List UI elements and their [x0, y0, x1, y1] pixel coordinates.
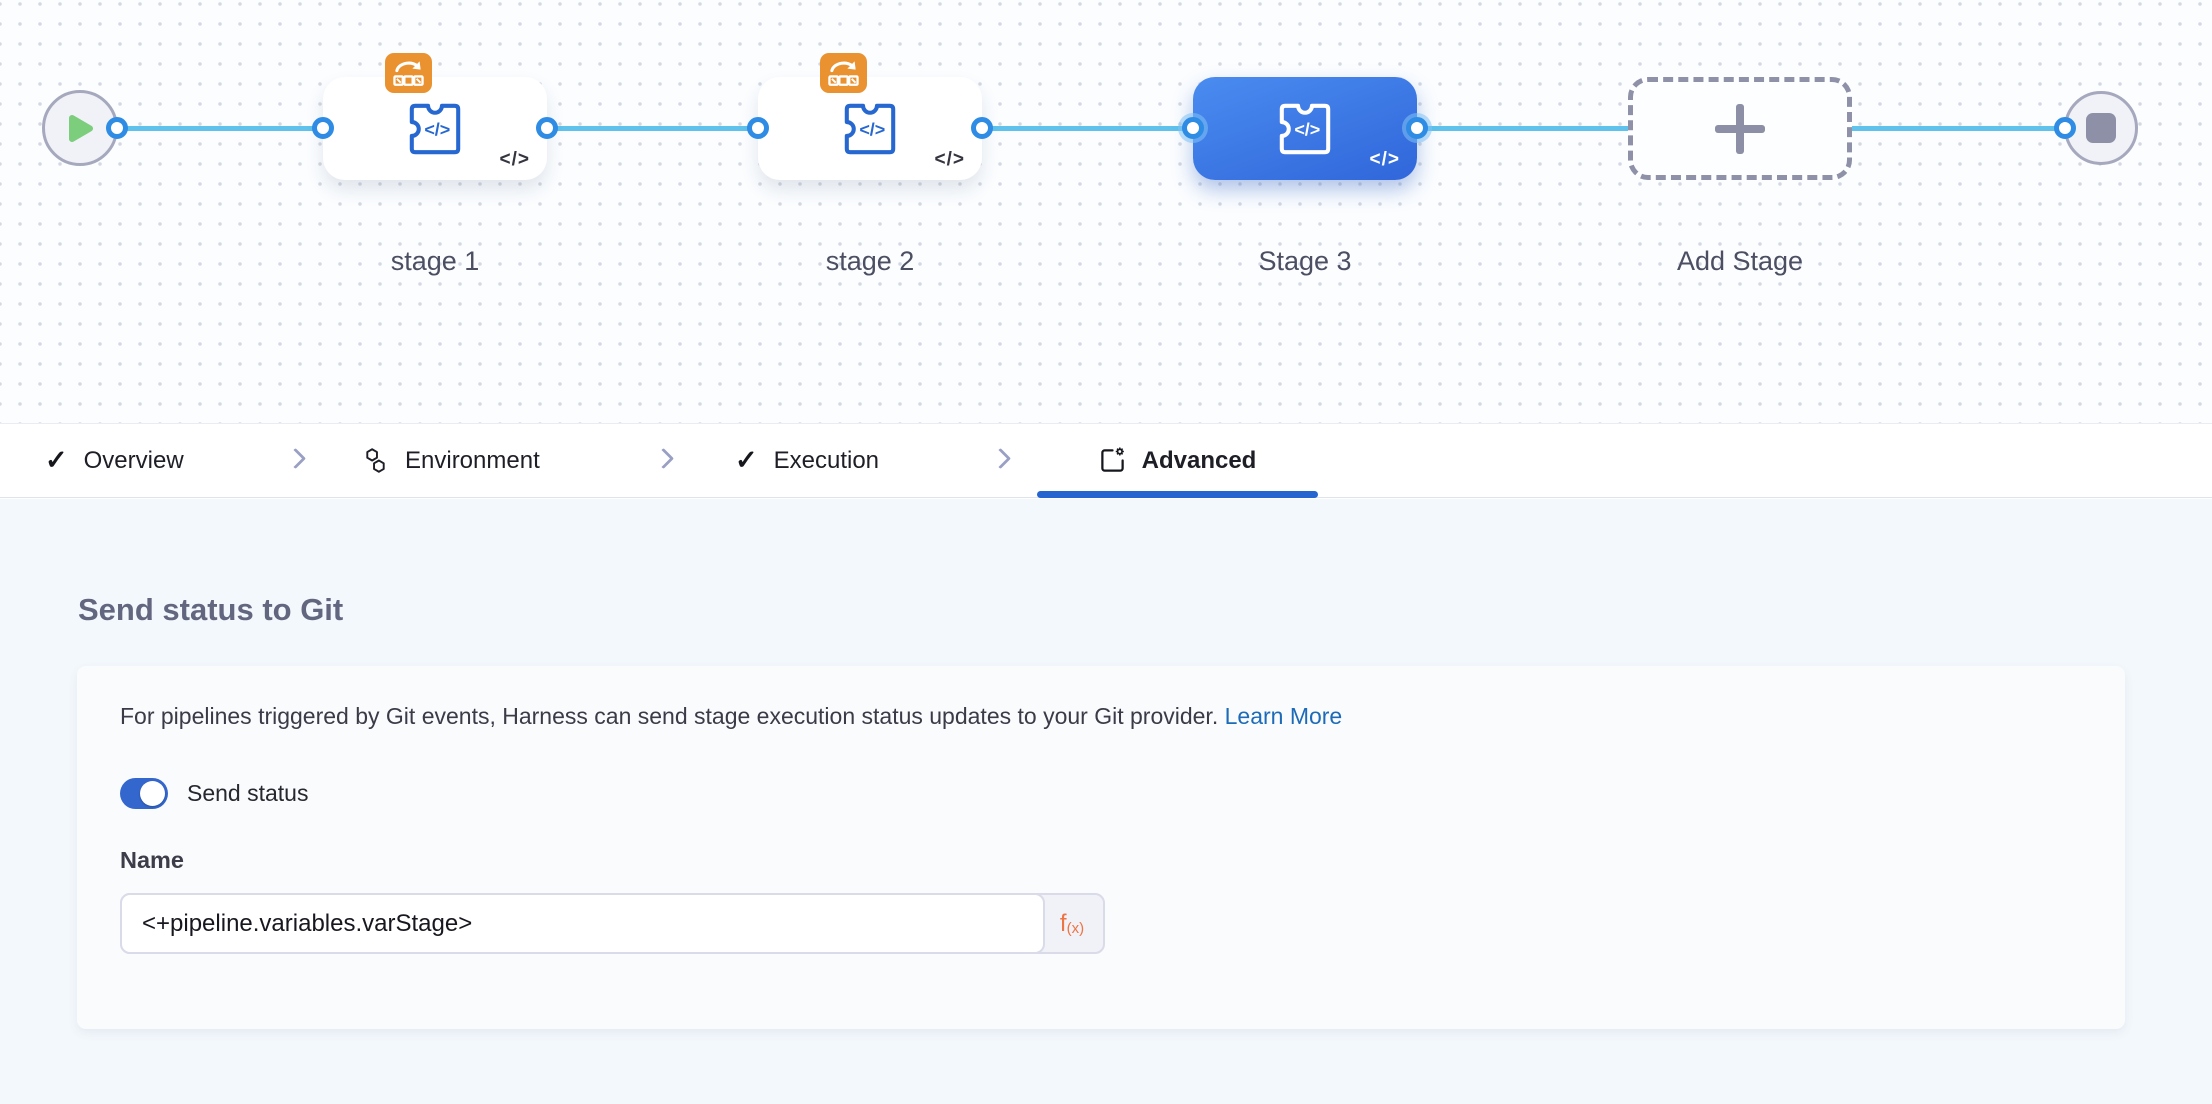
learn-more-link[interactable]: Learn More	[1225, 703, 1343, 729]
tab-label: Environment	[405, 447, 540, 475]
pipeline-canvas[interactable]: </> </> </> </>	[0, 0, 2212, 423]
chevron-right-icon	[990, 448, 1011, 469]
advanced-tab-content: Send status to Git For pipelines trigger…	[0, 499, 2212, 1104]
connection-port[interactable]	[536, 117, 558, 139]
pipeline-studio: </> </> </> </>	[0, 0, 2212, 1104]
tab-advanced-active[interactable]: Advanced	[1037, 424, 1318, 497]
name-field-label: Name	[120, 847, 184, 874]
connection-port[interactable]	[312, 117, 334, 139]
toggle-label: Send status	[187, 780, 308, 807]
send-status-card: For pipelines triggered by Git events, H…	[77, 666, 2125, 1029]
stage-node-stage-2[interactable]: </> </>	[758, 77, 982, 180]
stage-node-stage-3-selected[interactable]: </> </>	[1193, 77, 1417, 180]
play-icon	[67, 113, 94, 144]
connection-port[interactable]	[971, 117, 993, 139]
connection-port[interactable]	[2054, 117, 2076, 139]
stage-label: stage 2	[758, 246, 982, 277]
chevron-right-icon	[285, 448, 306, 469]
plus-icon	[1715, 104, 1765, 154]
description-text: For pipelines triggered by Git events, H…	[120, 703, 1342, 730]
expression-fx-button[interactable]: f(x)	[1041, 895, 1103, 952]
custom-stage-puzzle-icon: </>	[1276, 100, 1334, 158]
code-glyph: </>	[1294, 119, 1320, 139]
tab-label: Overview	[84, 447, 184, 475]
stop-icon	[2086, 113, 2116, 143]
description-body: For pipelines triggered by Git events, H…	[120, 703, 1218, 729]
connection-port[interactable]	[1406, 117, 1428, 139]
connection-port[interactable]	[106, 117, 128, 139]
tab-label: Advanced	[1142, 447, 1257, 475]
tab-execution[interactable]: ✓ Execution	[735, 424, 879, 497]
add-stage-label: Add Stage	[1628, 246, 1852, 277]
code-glyph: </>	[424, 119, 450, 139]
stage-yaml-glyph: </>	[1370, 149, 1400, 171]
tab-environment[interactable]: Environment	[362, 424, 540, 497]
name-input-group: f(x)	[120, 893, 1105, 954]
environment-hexagons-icon	[362, 447, 389, 474]
tab-label: Execution	[774, 447, 879, 475]
connection-port[interactable]	[1182, 117, 1204, 139]
check-icon: ✓	[45, 447, 68, 474]
send-status-toggle-row: Send status	[120, 778, 308, 809]
fx-f: f	[1060, 910, 1067, 938]
chevron-right-icon	[653, 448, 674, 469]
advanced-settings-icon	[1099, 447, 1126, 474]
stage-yaml-glyph: </>	[935, 149, 965, 171]
code-glyph: </>	[859, 119, 885, 139]
propagate-stage-badge-icon	[820, 53, 867, 93]
send-status-toggle[interactable]	[120, 778, 168, 809]
connection-port[interactable]	[747, 117, 769, 139]
stage-yaml-glyph: </>	[500, 149, 530, 171]
custom-stage-puzzle-icon: </>	[406, 100, 464, 158]
toggle-knob	[140, 781, 165, 806]
propagate-stage-badge-icon	[385, 53, 432, 93]
stage-label: stage 1	[323, 246, 547, 277]
custom-stage-puzzle-icon: </>	[841, 100, 899, 158]
fx-sub: (x)	[1067, 920, 1085, 937]
stage-config-tabbar: ✓ Overview Environment ✓ Execution Advan…	[0, 423, 2212, 498]
check-icon: ✓	[735, 447, 758, 474]
add-stage-button[interactable]	[1628, 77, 1852, 180]
name-input[interactable]	[120, 893, 1045, 954]
stage-label: Stage 3	[1193, 246, 1417, 277]
stage-node-stage-1[interactable]: </> </>	[323, 77, 547, 180]
section-heading: Send status to Git	[78, 592, 343, 628]
tab-overview[interactable]: ✓ Overview	[45, 424, 184, 497]
